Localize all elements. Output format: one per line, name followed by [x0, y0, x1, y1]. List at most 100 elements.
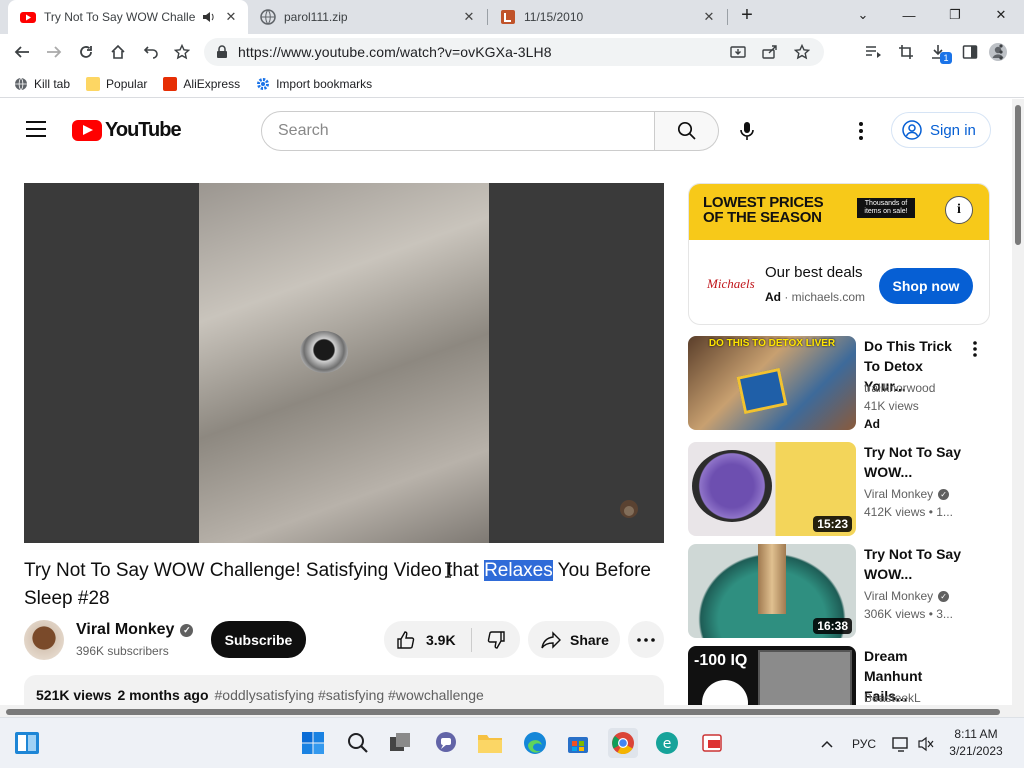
address-bar[interactable]: https://www.youtube.com/watch?v=ovKGXa-3…: [204, 38, 824, 66]
views-text: 412K views: [864, 505, 926, 519]
video-title-selected-text: Relaxes: [484, 560, 553, 581]
volume-icon[interactable]: [918, 718, 934, 769]
tab-date[interactable]: 11/15/2010 ✕: [490, 0, 726, 34]
aliexpress-icon: [163, 76, 178, 91]
youtube-logo[interactable]: YouTube: [72, 119, 182, 142]
search-input[interactable]: Search: [261, 111, 655, 151]
ad-domain: michaels.com: [791, 290, 866, 304]
task-view-icon: [390, 733, 410, 751]
sign-in-button[interactable]: Sign in: [891, 112, 991, 148]
system-clock[interactable]: 8:11 AM 3/21/2023: [938, 726, 1014, 760]
store-bag-icon: [568, 737, 588, 753]
recommendation-item[interactable]: -100 IQ Dream Manhunt Fails... BeasteekL: [688, 646, 990, 705]
back-button[interactable]: [8, 38, 36, 66]
recommendation-thumbnail[interactable]: -100 IQ: [688, 646, 856, 705]
ad-info-icon[interactable]: i: [945, 196, 973, 224]
widgets-button[interactable]: [12, 728, 42, 758]
speaker-icon[interactable]: [202, 11, 216, 23]
store-button[interactable]: [563, 728, 593, 758]
tab-search-button[interactable]: ⌄: [840, 0, 886, 30]
home-button[interactable]: [104, 38, 132, 66]
bookmark-import[interactable]: Import bookmarks: [256, 77, 372, 91]
lock-icon[interactable]: [216, 45, 228, 59]
channel-watermark-icon[interactable]: [614, 495, 644, 525]
chrome-button[interactable]: [608, 728, 638, 758]
channel-name[interactable]: Viral Monkey ✓: [76, 621, 194, 639]
forward-button[interactable]: [40, 38, 68, 66]
star-icon: [174, 44, 190, 60]
recommendation-thumbnail[interactable]: 16:38: [688, 544, 856, 638]
vertical-scroll-thumb[interactable]: [1015, 105, 1021, 245]
shop-now-button[interactable]: Shop now: [879, 268, 973, 304]
tab-youtube[interactable]: Try Not To Say WOW Challenge! ✕: [8, 0, 248, 34]
file-explorer-button[interactable]: [475, 728, 505, 758]
bookmark-aliexpress[interactable]: AliExpress: [163, 76, 240, 91]
video-subject: [300, 331, 348, 373]
dislike-button[interactable]: [472, 630, 520, 650]
voice-search-button[interactable]: [735, 119, 759, 143]
new-tab-button[interactable]: +: [732, 0, 762, 30]
show-hidden-icons-button[interactable]: [820, 718, 840, 769]
share-page-icon[interactable]: [762, 44, 778, 60]
downloads-button[interactable]: 1: [924, 38, 952, 66]
horizontal-scroll-thumb[interactable]: [6, 709, 1000, 715]
edu-app-button[interactable]: e: [652, 728, 682, 758]
teams-chat-button[interactable]: [431, 728, 461, 758]
recommendation-menu-button[interactable]: [972, 340, 978, 358]
browser-menu-button[interactable]: [998, 44, 1006, 62]
recommendation-title[interactable]: Try Not To Say WOW...: [864, 544, 964, 584]
tab-parol-zip[interactable]: parol111.zip ✕: [250, 0, 486, 34]
close-tab-icon[interactable]: ✕: [222, 9, 240, 25]
reload-button[interactable]: [72, 38, 100, 66]
recommendation-thumbnail[interactable]: 15:23: [688, 442, 856, 536]
share-button[interactable]: Share: [528, 621, 620, 658]
hashtags[interactable]: #oddlysatisfying #satisfying #wowchallen…: [215, 687, 484, 703]
channel-avatar[interactable]: [24, 620, 64, 660]
bookmark-popular[interactable]: Popular: [86, 76, 147, 91]
recommendation-item[interactable]: 16:38 Try Not To Say WOW... Viral Monkey…: [688, 544, 990, 638]
task-view-button[interactable]: [386, 728, 416, 758]
install-app-icon[interactable]: [730, 44, 746, 60]
bookmark-page-star-icon[interactable]: [794, 44, 810, 60]
close-window-button[interactable]: ✕: [978, 0, 1024, 30]
ad-headline[interactable]: Our best deals: [765, 264, 869, 281]
video-player[interactable]: [24, 183, 664, 543]
search-button[interactable]: [655, 111, 719, 151]
settings-menu-button[interactable]: [858, 121, 866, 141]
close-tab-icon[interactable]: ✕: [460, 9, 478, 25]
taskbar-search-button[interactable]: [343, 728, 373, 758]
more-actions-button[interactable]: [628, 621, 664, 658]
home-icon: [111, 44, 125, 59]
crop-button[interactable]: [892, 38, 920, 66]
pdf-app-button[interactable]: [697, 728, 727, 758]
ad-banner[interactable]: LOWEST PRICES OF THE SEASON Thousands of …: [689, 184, 989, 240]
bookmarks-bar: Kill tab Popular AliExpress Import bookm…: [0, 70, 1024, 98]
input-language-indicator[interactable]: РУС: [852, 718, 876, 769]
recommendation-item[interactable]: DO THIS TO DETOX LIVER Do This Trick To …: [688, 336, 990, 431]
like-button[interactable]: 3.9K: [384, 627, 472, 652]
maximize-button[interactable]: ❐: [932, 0, 978, 30]
guide-menu-button[interactable]: [26, 121, 46, 137]
start-button[interactable]: [298, 728, 328, 758]
tab-title: parol111.zip: [284, 10, 348, 24]
recommendation-thumbnail[interactable]: DO THIS TO DETOX LIVER: [688, 336, 856, 430]
minimize-button[interactable]: —: [886, 0, 932, 30]
subscribe-button[interactable]: Subscribe: [211, 621, 306, 658]
recommendation-title[interactable]: Try Not To Say WOW...: [864, 442, 964, 482]
horizontal-scrollbar[interactable]: [0, 705, 1024, 717]
recommendation-item[interactable]: 15:23 Try Not To Say WOW... Viral Monkey…: [688, 442, 990, 536]
tab-title: 11/15/2010: [524, 10, 584, 24]
close-tab-icon[interactable]: ✕: [700, 9, 718, 25]
sidebar-ad[interactable]: LOWEST PRICES OF THE SEASON Thousands of …: [688, 183, 990, 325]
age-text: 3...: [936, 607, 953, 621]
side-panel-button[interactable]: [956, 38, 984, 66]
bookmark-star-button[interactable]: [168, 38, 196, 66]
undo-button[interactable]: [136, 38, 164, 66]
edge-button[interactable]: [520, 728, 550, 758]
windows-logo-icon: [302, 732, 324, 754]
document-app-icon: [702, 734, 722, 752]
network-icon[interactable]: [892, 718, 910, 769]
video-description[interactable]: 521K views 2 months ago #oddlysatisfying #…: [24, 675, 664, 705]
bookmark-kill-tab[interactable]: Kill tab: [14, 77, 70, 91]
vertical-scrollbar[interactable]: [1012, 99, 1024, 705]
